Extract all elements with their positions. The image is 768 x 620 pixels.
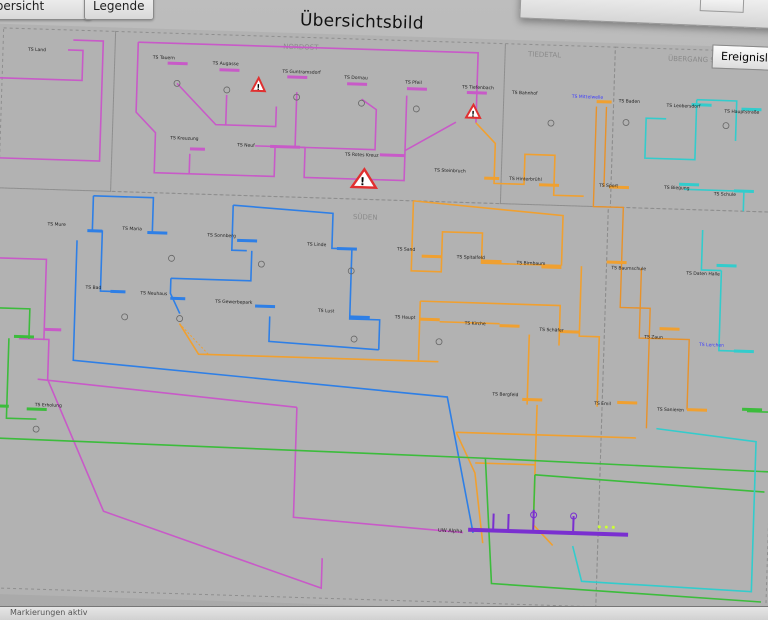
label-kirche: TS Kirche <box>464 321 486 328</box>
label-birnbaum: TS Birnbaum <box>515 260 545 267</box>
label-sonnberg: TS Sonnberg <box>206 232 236 239</box>
label-tiefenbach: TS Tiefenbach <box>461 84 494 91</box>
label-linde: TS Linde <box>306 242 327 249</box>
status-bar: Markierungen aktiv <box>0 606 768 620</box>
tab-events[interactable]: Ereignisliste <box>711 44 768 72</box>
label-schule: TS Schule <box>713 191 736 198</box>
network-diagram: NORDOST TIEDETAL ÜBERGANG SONNBERG SÜDEN <box>0 23 768 619</box>
status-text: Markierungen aktiv <box>10 608 88 617</box>
label-leobersdorf: TS Leobersdorf <box>665 103 700 110</box>
label-gewerbepark: TS Gewerbepark <box>214 299 253 306</box>
label-neuf: TS Neuf <box>236 142 255 149</box>
svg-text:!: ! <box>360 175 365 188</box>
page-title: Übersichtsbild <box>299 10 424 34</box>
label-emil: TS Emil <box>593 401 611 408</box>
label-daten-halle: TS Daten Halle <box>685 270 720 277</box>
label-pfeil: TS Pfeil <box>404 80 422 87</box>
label-guntramsdorf: TS Guntramsdorf <box>281 69 321 76</box>
label-baumschule: TS Baumschule <box>610 265 646 272</box>
label-land: TS Land <box>27 47 46 54</box>
label-rotes-kreuz: TS Rotes Kreuz <box>344 152 380 159</box>
tab-overview[interactable]: Übersicht <box>0 0 92 20</box>
label-biegung: TS Biegung <box>663 185 690 192</box>
label-dornau: TS Dornau <box>343 75 368 82</box>
label-lerchen: TS Lerchen <box>698 342 724 349</box>
tab-legend[interactable]: Legende <box>84 0 154 20</box>
label-sanieren: TS Sanieren <box>656 407 684 414</box>
label-haupt: TS Haupt <box>394 314 416 321</box>
diagram-canvas <box>0 23 768 619</box>
label-sport: TS Sport <box>598 183 619 190</box>
label-lust: TS Lust <box>317 308 335 315</box>
label-steinbruch: TS Steinbruch <box>433 167 466 174</box>
label-bahnhof: TS Bahnhof <box>511 90 538 97</box>
label-augasse: TS Augasse <box>212 60 239 67</box>
svg-text:!: ! <box>256 83 260 92</box>
label-kreuzung: TS Kreuzung <box>169 135 199 142</box>
label-hauptstr: TS Hauptstraße <box>723 109 759 116</box>
label-neuhaus: TS Neuhaus <box>139 290 168 297</box>
region-label-center: TIEDETAL <box>527 50 561 59</box>
label-sand: TS Sand <box>396 246 416 253</box>
label-mittelwelle: TS Mittelwelle <box>571 94 604 101</box>
label-mure: TS Mure <box>46 221 66 228</box>
label-zaun: TS Zaun <box>643 334 663 341</box>
label-bergfeld: TS Bergfeld <box>491 391 518 398</box>
scada-window: NORDOST TIEDETAL ÜBERGANG SONNBERG SÜDEN <box>0 0 768 620</box>
region-label-west: SÜDEN <box>353 212 378 222</box>
svg-text:!: ! <box>471 110 475 119</box>
label-erholung: TS Erholung <box>34 402 62 409</box>
label-bad: TS Bad <box>84 285 101 292</box>
label-spitalfeld: TS Spitalfeld <box>456 254 486 261</box>
label-baden: TS Baden <box>618 98 641 105</box>
uw-label: UW Alpha <box>438 528 463 535</box>
corner-button[interactable] <box>699 0 745 13</box>
label-hinterbruehl: TS Hinterbrühl <box>508 176 542 183</box>
label-schaefer: TS Schäfer <box>538 327 564 334</box>
label-tauern: TS Tauern <box>152 55 175 62</box>
label-maria: TS Maria <box>121 226 142 233</box>
